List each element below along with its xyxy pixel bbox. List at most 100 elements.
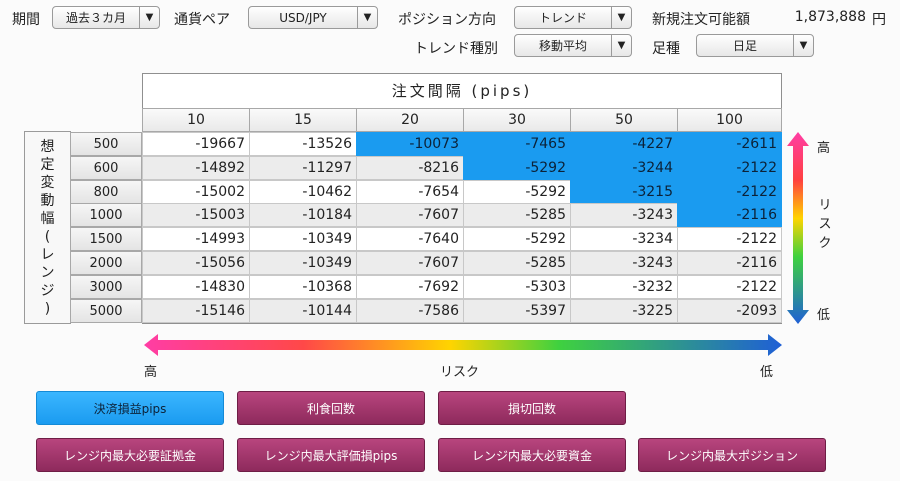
pair-select[interactable]: USD/JPY ▼ bbox=[248, 6, 378, 29]
risk-horizontal-low: 低 bbox=[760, 365, 774, 380]
grid-cell[interactable]: -14830 bbox=[142, 275, 250, 299]
column-header: 20 bbox=[356, 108, 464, 132]
risk-horizontal-label: リスク bbox=[440, 365, 480, 380]
column-header: 100 bbox=[677, 108, 782, 132]
stop-loss-count-button[interactable]: 損切回数 bbox=[438, 391, 626, 425]
row-group-char: ン bbox=[40, 264, 55, 281]
column-header: 10 bbox=[142, 108, 250, 132]
row-group-char: 想 bbox=[40, 138, 55, 155]
grid-cell[interactable]: -7692 bbox=[356, 275, 464, 299]
row-header: 3000 bbox=[70, 275, 142, 299]
row-header: 800 bbox=[70, 180, 142, 204]
grid-cell[interactable]: -3243 bbox=[570, 251, 678, 275]
pnl-pips-button[interactable]: 決済損益pips bbox=[36, 391, 224, 425]
grid-cell[interactable]: -13526 bbox=[249, 132, 357, 156]
chevron-down-icon: ▼ bbox=[139, 7, 159, 28]
grid-cell[interactable]: -8216 bbox=[356, 156, 464, 180]
risk-vertical-label: リスク bbox=[817, 196, 833, 253]
grid-cell[interactable]: -5303 bbox=[463, 275, 571, 299]
candle-label: 足種 bbox=[652, 41, 680, 57]
max-position-button[interactable]: レンジ内最大ポジション bbox=[638, 438, 826, 472]
grid-cell[interactable]: -3234 bbox=[570, 227, 678, 251]
grid-cell[interactable]: -10349 bbox=[249, 227, 357, 251]
grid-cell[interactable]: -2116 bbox=[677, 203, 782, 227]
available-label: 新規注文可能額 bbox=[652, 12, 750, 28]
grid-cell[interactable]: -7607 bbox=[356, 251, 464, 275]
row-group-char: 動 bbox=[40, 192, 55, 209]
grid-cell[interactable]: -2122 bbox=[677, 275, 782, 299]
grid-cell[interactable]: -15002 bbox=[142, 180, 250, 204]
candle-select[interactable]: 日足 ▼ bbox=[696, 34, 814, 57]
grid-cell[interactable]: -10184 bbox=[249, 203, 357, 227]
chevron-down-icon: ▼ bbox=[357, 7, 377, 28]
max-unrealized-loss-button[interactable]: レンジ内最大評価損pips bbox=[237, 438, 425, 472]
grid-cell[interactable]: -10462 bbox=[249, 180, 357, 204]
grid-cell[interactable]: -5285 bbox=[463, 251, 571, 275]
row-group-char: 定 bbox=[40, 156, 55, 173]
row-group-char: 幅 bbox=[40, 210, 55, 227]
risk-horizontal-high: 高 bbox=[144, 365, 158, 380]
grid-cell[interactable]: -7465 bbox=[463, 132, 571, 156]
risk-vertical-char: ス bbox=[818, 217, 832, 232]
trend-type-select[interactable]: 移動平均 ▼ bbox=[514, 34, 632, 57]
grid-cell[interactable]: -3225 bbox=[570, 299, 678, 323]
grid-cell[interactable]: -10368 bbox=[249, 275, 357, 299]
grid-cell[interactable]: -14993 bbox=[142, 227, 250, 251]
chevron-down-icon: ▼ bbox=[611, 35, 631, 56]
grid-cell[interactable]: -4227 bbox=[570, 132, 678, 156]
grid-cell[interactable]: -3244 bbox=[570, 156, 678, 180]
risk-vertical-low: 低 bbox=[817, 308, 831, 323]
grid-cell[interactable]: -5397 bbox=[463, 299, 571, 323]
grid-cell[interactable]: -5285 bbox=[463, 203, 571, 227]
grid-cell[interactable]: -5292 bbox=[463, 156, 571, 180]
period-select[interactable]: 過去３カ月 ▼ bbox=[52, 6, 160, 29]
grid-cell[interactable]: -5292 bbox=[463, 180, 571, 204]
grid-cell[interactable]: -7654 bbox=[356, 180, 464, 204]
grid-cell[interactable]: -11297 bbox=[249, 156, 357, 180]
grid-cell[interactable]: -2611 bbox=[677, 132, 782, 156]
max-required-funds-button[interactable]: レンジ内最大必要資金 bbox=[438, 438, 626, 472]
pair-value: USD/JPY bbox=[279, 10, 327, 25]
currency-unit: 円 bbox=[872, 12, 886, 28]
take-profit-count-button[interactable]: 利食回数 bbox=[237, 391, 425, 425]
grid-cell[interactable]: -7607 bbox=[356, 203, 464, 227]
row-header: 600 bbox=[70, 156, 142, 180]
grid-cell[interactable]: -3232 bbox=[570, 275, 678, 299]
row-header: 2000 bbox=[70, 251, 142, 275]
direction-label: ポジション方向 bbox=[398, 12, 496, 28]
grid-cell[interactable]: -7586 bbox=[356, 299, 464, 323]
grid-cell[interactable]: -15003 bbox=[142, 203, 250, 227]
row-group-char: ( bbox=[44, 228, 51, 245]
grid-cell[interactable]: -2122 bbox=[677, 180, 782, 204]
grid-cell[interactable]: -2093 bbox=[677, 299, 782, 323]
risk-vertical-high: 高 bbox=[817, 141, 831, 156]
row-group-char: ジ bbox=[40, 282, 55, 299]
grid-cell[interactable]: -10349 bbox=[249, 251, 357, 275]
period-value: 過去３カ月 bbox=[65, 11, 126, 25]
direction-select[interactable]: トレンド ▼ bbox=[514, 6, 632, 29]
grid-cell[interactable]: -19667 bbox=[142, 132, 250, 156]
row-header: 5000 bbox=[70, 299, 142, 323]
grid-cell[interactable]: -2116 bbox=[677, 251, 782, 275]
grid-cell[interactable]: -3243 bbox=[570, 203, 678, 227]
grid-cell[interactable]: -2122 bbox=[677, 227, 782, 251]
available-amount: 1,873,888 bbox=[794, 9, 866, 25]
trend-type-value: 移動平均 bbox=[538, 39, 587, 53]
pair-label: 通貨ペア bbox=[174, 12, 230, 28]
grid-cell[interactable]: -7640 bbox=[356, 227, 464, 251]
row-header: 500 bbox=[70, 132, 142, 156]
grid-cell[interactable]: -3215 bbox=[570, 180, 678, 204]
max-margin-button[interactable]: レンジ内最大必要証拠金 bbox=[36, 438, 224, 472]
grid-cell[interactable]: -15146 bbox=[142, 299, 250, 323]
grid-cell[interactable]: -5292 bbox=[463, 227, 571, 251]
vertical-risk-arrow bbox=[787, 132, 809, 324]
row-group-label: 想定変動幅(レンジ) bbox=[25, 132, 70, 323]
column-header: 30 bbox=[463, 108, 571, 132]
grid-title: 注文間隔 (pips) bbox=[391, 81, 533, 100]
row-header: 1500 bbox=[70, 227, 142, 251]
grid-cell[interactable]: -10144 bbox=[249, 299, 357, 323]
grid-cell[interactable]: -14892 bbox=[142, 156, 250, 180]
grid-cell[interactable]: -10073 bbox=[356, 132, 464, 156]
grid-cell[interactable]: -15056 bbox=[142, 251, 250, 275]
grid-cell[interactable]: -2122 bbox=[677, 156, 782, 180]
